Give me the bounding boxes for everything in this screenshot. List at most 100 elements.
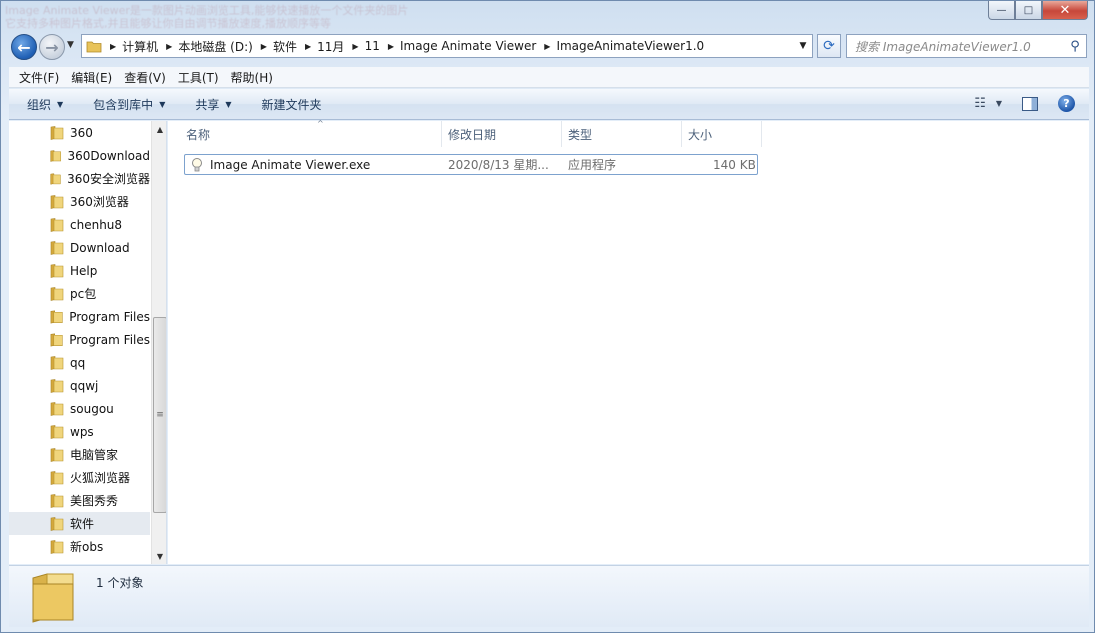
file-name-cell: Image Animate Viewer.exe (185, 155, 370, 174)
tree-item[interactable]: qq (9, 351, 150, 374)
menu-item[interactable]: 工具(T) (172, 69, 225, 86)
tree-item[interactable]: 360安全浏览器 (9, 167, 150, 190)
tree-item[interactable]: 360Download (9, 144, 150, 167)
search-icon[interactable]: ⚲ (1064, 39, 1086, 54)
tree-item[interactable]: 新obs (9, 535, 150, 558)
folder-icon (50, 378, 64, 393)
menu-item[interactable]: 编辑(E) (65, 69, 118, 86)
command-button[interactable]: 包含到库中 ▼ (93, 96, 165, 113)
command-button[interactable]: 共享 ▼ (195, 96, 231, 113)
column-headers: 名称 ^ 修改日期 类型 大小 (168, 119, 1089, 147)
tree-item-label: 软件 (70, 517, 95, 531)
tree-item[interactable]: Download (9, 236, 150, 259)
folder-icon (50, 172, 61, 185)
menu-item[interactable]: 文件(F) (13, 69, 65, 86)
search-input[interactable]: 搜索 ImageAnimateViewer1.0 (847, 38, 1064, 55)
file-modified: 2020/8/13 星期... (448, 158, 549, 172)
folder-icon (50, 194, 64, 209)
breadcrumb-item[interactable]: 计算机 (122, 38, 158, 55)
breadcrumb-item[interactable]: 软件 (273, 38, 297, 55)
refresh-button[interactable]: ⟳ (817, 34, 841, 58)
file-type: 应用程序 (568, 158, 617, 172)
breadcrumb-separator-icon[interactable]: ▶ (110, 42, 116, 51)
tree-item[interactable]: qqwj (9, 374, 150, 397)
folder-icon (50, 539, 64, 554)
tree-item-label: Download (70, 240, 130, 255)
breadcrumb-separator-icon[interactable]: ▶ (305, 42, 311, 51)
title-ghost-text: Image Animate Viewer是一款图片动画浏览工具,能够快速播放一个… (5, 4, 445, 34)
breadcrumb-item[interactable]: ImageAnimateViewer1.0 (556, 39, 704, 53)
breadcrumb-separator-icon[interactable]: ▶ (388, 42, 394, 51)
folder-icon (50, 424, 64, 439)
tree-item-label: qq (70, 355, 86, 370)
menu-item[interactable]: 帮助(H) (225, 69, 279, 86)
tree-item[interactable]: 火狐浏览器 (9, 466, 150, 489)
column-modified[interactable]: 修改日期 (442, 121, 562, 147)
chevron-down-icon: ▼ (225, 99, 232, 109)
window-controls: — □ ✕ (988, 1, 1088, 20)
preview-pane-button[interactable] (1022, 96, 1038, 111)
column-size[interactable]: 大小 (682, 121, 762, 147)
minimize-button[interactable]: — (988, 1, 1015, 20)
tree-item-label: 360Download (67, 148, 150, 163)
nav-scrollbar[interactable]: ▲ ≡ ▼ (151, 121, 166, 564)
tree-item-label: 电脑管家 (70, 448, 119, 462)
title-bar: Image Animate Viewer是一款图片动画浏览工具,能够快速播放一个… (1, 1, 1094, 31)
folder-icon (50, 401, 64, 416)
folder-icon (50, 447, 64, 462)
menu-bar: 文件(F) 编辑(E) 查看(V) 工具(T) 帮助(H) (9, 67, 1089, 88)
maximize-button[interactable]: □ (1015, 1, 1042, 20)
tree-item[interactable]: Program Files (9, 328, 150, 351)
column-name-label: 名称 (186, 127, 211, 142)
sort-ascending-icon: ^ (317, 119, 324, 128)
command-label: 组织 (27, 97, 52, 112)
address-dropdown-button[interactable]: ▼ (794, 41, 812, 51)
tree-item-label: wps (70, 424, 94, 439)
tree-item[interactable]: wps (9, 420, 150, 443)
command-button[interactable]: 组织 ▼ (27, 96, 63, 113)
breadcrumb-separator-icon[interactable]: ▶ (352, 42, 358, 51)
column-size-label: 大小 (688, 127, 713, 142)
tree-item[interactable]: 软件 (9, 512, 150, 535)
tree-item[interactable]: sougou (9, 397, 150, 420)
scroll-down-button[interactable]: ▼ (152, 548, 166, 564)
tree-item-label: 360安全浏览器 (67, 172, 150, 186)
breadcrumb-item[interactable]: Image Animate Viewer (400, 39, 536, 53)
command-label: 共享 (195, 97, 220, 112)
tree-item[interactable]: 360 (9, 121, 150, 144)
tree-item[interactable]: 美图秀秀 (9, 489, 150, 512)
breadcrumb-separator-icon[interactable]: ▶ (261, 42, 267, 51)
column-type-label: 类型 (568, 127, 593, 142)
tree-item[interactable]: pc包 (9, 282, 150, 305)
scroll-up-button[interactable]: ▲ (152, 121, 166, 137)
breadcrumb-separator-icon[interactable]: ▶ (166, 42, 172, 51)
tree-item[interactable]: Help (9, 259, 150, 282)
tree-item[interactable]: 360浏览器 (9, 190, 150, 213)
table-row[interactable]: Image Animate Viewer.exe 2020/8/13 星期...… (184, 154, 758, 175)
breadcrumb-item[interactable]: 11 (365, 39, 380, 53)
tree-item[interactable]: Program Files (9, 305, 150, 328)
forward-button[interactable]: → (39, 34, 65, 60)
close-button[interactable]: ✕ (1042, 1, 1088, 20)
breadcrumb-item[interactable]: 本地磁盘 (D:) (178, 38, 252, 55)
recent-pages-dropdown[interactable]: ▼ (67, 40, 74, 50)
explorer-window: Image Animate Viewer是一款图片动画浏览工具,能够快速播放一个… (0, 0, 1095, 633)
help-button[interactable]: ? (1058, 95, 1075, 112)
command-button[interactable]: 新建文件夹 (262, 96, 322, 113)
column-type[interactable]: 类型 (562, 121, 682, 147)
change-view-button[interactable]: ☷ ▼ (974, 96, 1002, 111)
address-bar[interactable]: ▶ 计算机 ▶ 本地磁盘 (D:) ▶ 软件 ▶ 11月 ▶ 11 ▶ Image Animate V… (81, 34, 813, 58)
search-box[interactable]: 搜索 ImageAnimateViewer1.0 ⚲ (846, 34, 1087, 58)
menu-item[interactable]: 查看(V) (118, 69, 172, 86)
tree-item[interactable]: chenhu8 (9, 213, 150, 236)
breadcrumb-item[interactable]: 11月 (317, 38, 344, 55)
column-name[interactable]: 名称 ^ (180, 119, 442, 147)
title-ghost-line: Image Animate Viewer是一款图片动画浏览工具,能够快速播放一个… (5, 4, 409, 17)
tree-item-label: Program Files (69, 309, 150, 324)
breadcrumb-separator-icon[interactable]: ▶ (544, 42, 550, 51)
back-button[interactable]: ← (11, 34, 37, 60)
tree-item[interactable]: 电脑管家 (9, 443, 150, 466)
scroll-thumb[interactable]: ≡ (153, 317, 166, 513)
folder-icon (86, 41, 102, 52)
tree-item-label: qqwj (70, 378, 99, 393)
